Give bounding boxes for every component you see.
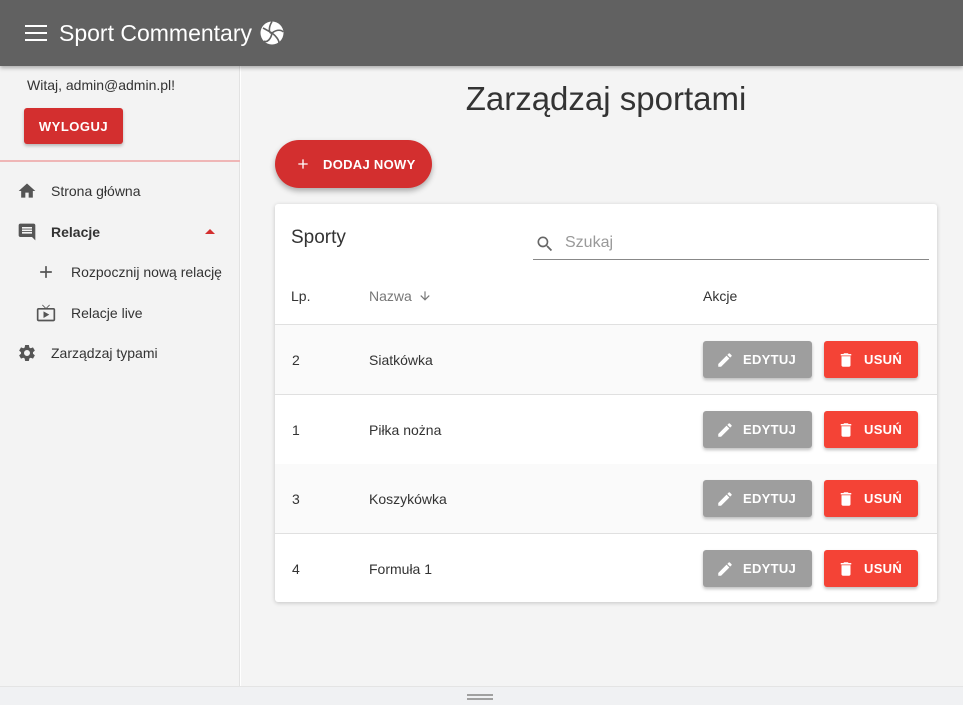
app-title: Sport Commentary	[59, 19, 253, 46]
trash-icon	[840, 422, 852, 437]
volleyball-icon	[260, 21, 284, 45]
drag-handle[interactable]	[467, 694, 493, 700]
delete-button[interactable]: USUŃ	[824, 480, 918, 517]
main-content: Zarządzaj sportami DODAJ NOWY Sporty Lp.…	[241, 66, 963, 686]
sidebar-item-live-relations[interactable]: Relacje live	[0, 295, 240, 331]
table-row: 2 Siatkówka EDYTUJ USUŃ	[275, 325, 937, 395]
caret-up-icon[interactable]	[205, 229, 215, 234]
arrow-down-icon	[420, 291, 430, 301]
plus-icon	[298, 159, 308, 169]
column-header-name[interactable]: Nazwa	[369, 288, 432, 304]
table-row: 3 Koszykówka EDYTUJ USUŃ	[275, 464, 937, 534]
greeting-text: Witaj, admin@admin.pl!	[27, 77, 176, 93]
pencil-icon	[718, 561, 732, 576]
add-new-label: DODAJ NOWY	[323, 156, 416, 172]
edit-label: EDYTUJ	[743, 352, 797, 367]
card-title: Sporty	[291, 227, 346, 248]
sidebar-item-manage-types[interactable]: Zarządzaj typami	[0, 335, 240, 371]
resize-bar	[0, 686, 963, 705]
trash-icon	[840, 352, 852, 367]
sidebar-item-label: Zarządzaj typami	[51, 345, 158, 361]
home-icon	[18, 183, 36, 198]
edit-button[interactable]: EDYTUJ	[703, 341, 812, 378]
row-lp: 3	[292, 491, 300, 507]
menu-icon[interactable]	[25, 25, 47, 41]
live-tv-icon	[36, 304, 56, 322]
sidebar-item-label: Relacje	[51, 224, 101, 240]
edit-button[interactable]: EDYTUJ	[703, 480, 812, 517]
trash-icon	[840, 561, 852, 576]
delete-label: USUŃ	[864, 422, 903, 437]
plus-icon	[40, 266, 52, 278]
logout-button[interactable]: WYLOGUJ	[24, 108, 123, 144]
edit-button[interactable]: EDYTUJ	[703, 411, 812, 448]
sidebar-item-new-relation[interactable]: Rozpocznij nową relację	[0, 254, 240, 290]
pencil-icon	[718, 352, 732, 367]
pencil-icon	[718, 422, 732, 437]
row-lp: 2	[292, 352, 300, 368]
edit-button[interactable]: EDYTUJ	[703, 550, 812, 587]
pencil-icon	[718, 491, 732, 506]
sidebar-item-label: Relacje live	[71, 305, 143, 321]
gear-icon	[19, 344, 35, 361]
trash-icon	[840, 491, 852, 506]
page-title: Zarządzaj sportami	[465, 80, 747, 117]
edit-label: EDYTUJ	[743, 561, 797, 576]
app-bar: Sport Commentary	[0, 0, 963, 66]
search-icon	[537, 236, 553, 252]
row-lp: 4	[292, 561, 300, 577]
sidebar-item-home[interactable]: Strona główna	[0, 173, 240, 209]
delete-button[interactable]: USUŃ	[824, 550, 918, 587]
search-input[interactable]	[565, 232, 915, 254]
row-name: Koszykówka	[369, 491, 447, 507]
column-header-lp[interactable]: Lp.	[291, 288, 310, 304]
table-row: 1 Piłka nożna EDYTUJ USUŃ	[275, 395, 937, 465]
sidebar-divider	[0, 160, 240, 162]
row-lp: 1	[292, 422, 300, 438]
bottom-strip	[0, 705, 963, 713]
row-name: Formuła 1	[369, 561, 433, 577]
delete-label: USUŃ	[864, 491, 903, 506]
sidebar-item-label: Rozpocznij nową relację	[71, 264, 222, 280]
column-header-actions: Akcje	[703, 288, 738, 304]
sidebar-item-label: Strona główna	[51, 183, 141, 199]
edit-label: EDYTUJ	[743, 422, 797, 437]
row-name: Piłka nożna	[369, 422, 442, 438]
delete-button[interactable]: USUŃ	[824, 341, 918, 378]
sports-table-card: Sporty Lp. Nazwa Akcje 2 Siatkówka EDYTU…	[275, 204, 937, 602]
row-name: Siatkówka	[369, 352, 433, 368]
search-field	[533, 228, 929, 260]
edit-label: EDYTUJ	[743, 491, 797, 506]
delete-label: USUŃ	[864, 352, 903, 367]
add-new-button[interactable]: DODAJ NOWY	[275, 140, 432, 188]
delete-button[interactable]: USUŃ	[824, 411, 918, 448]
table-row: 4 Formuła 1 EDYTUJ USUŃ	[275, 534, 937, 604]
sidebar: Witaj, admin@admin.pl! WYLOGUJ Strona gł…	[0, 66, 240, 686]
column-header-name-label: Nazwa	[369, 288, 412, 304]
delete-label: USUŃ	[864, 561, 903, 576]
sidebar-item-relacje[interactable]: Relacje	[0, 214, 240, 250]
comment-icon	[18, 223, 36, 241]
